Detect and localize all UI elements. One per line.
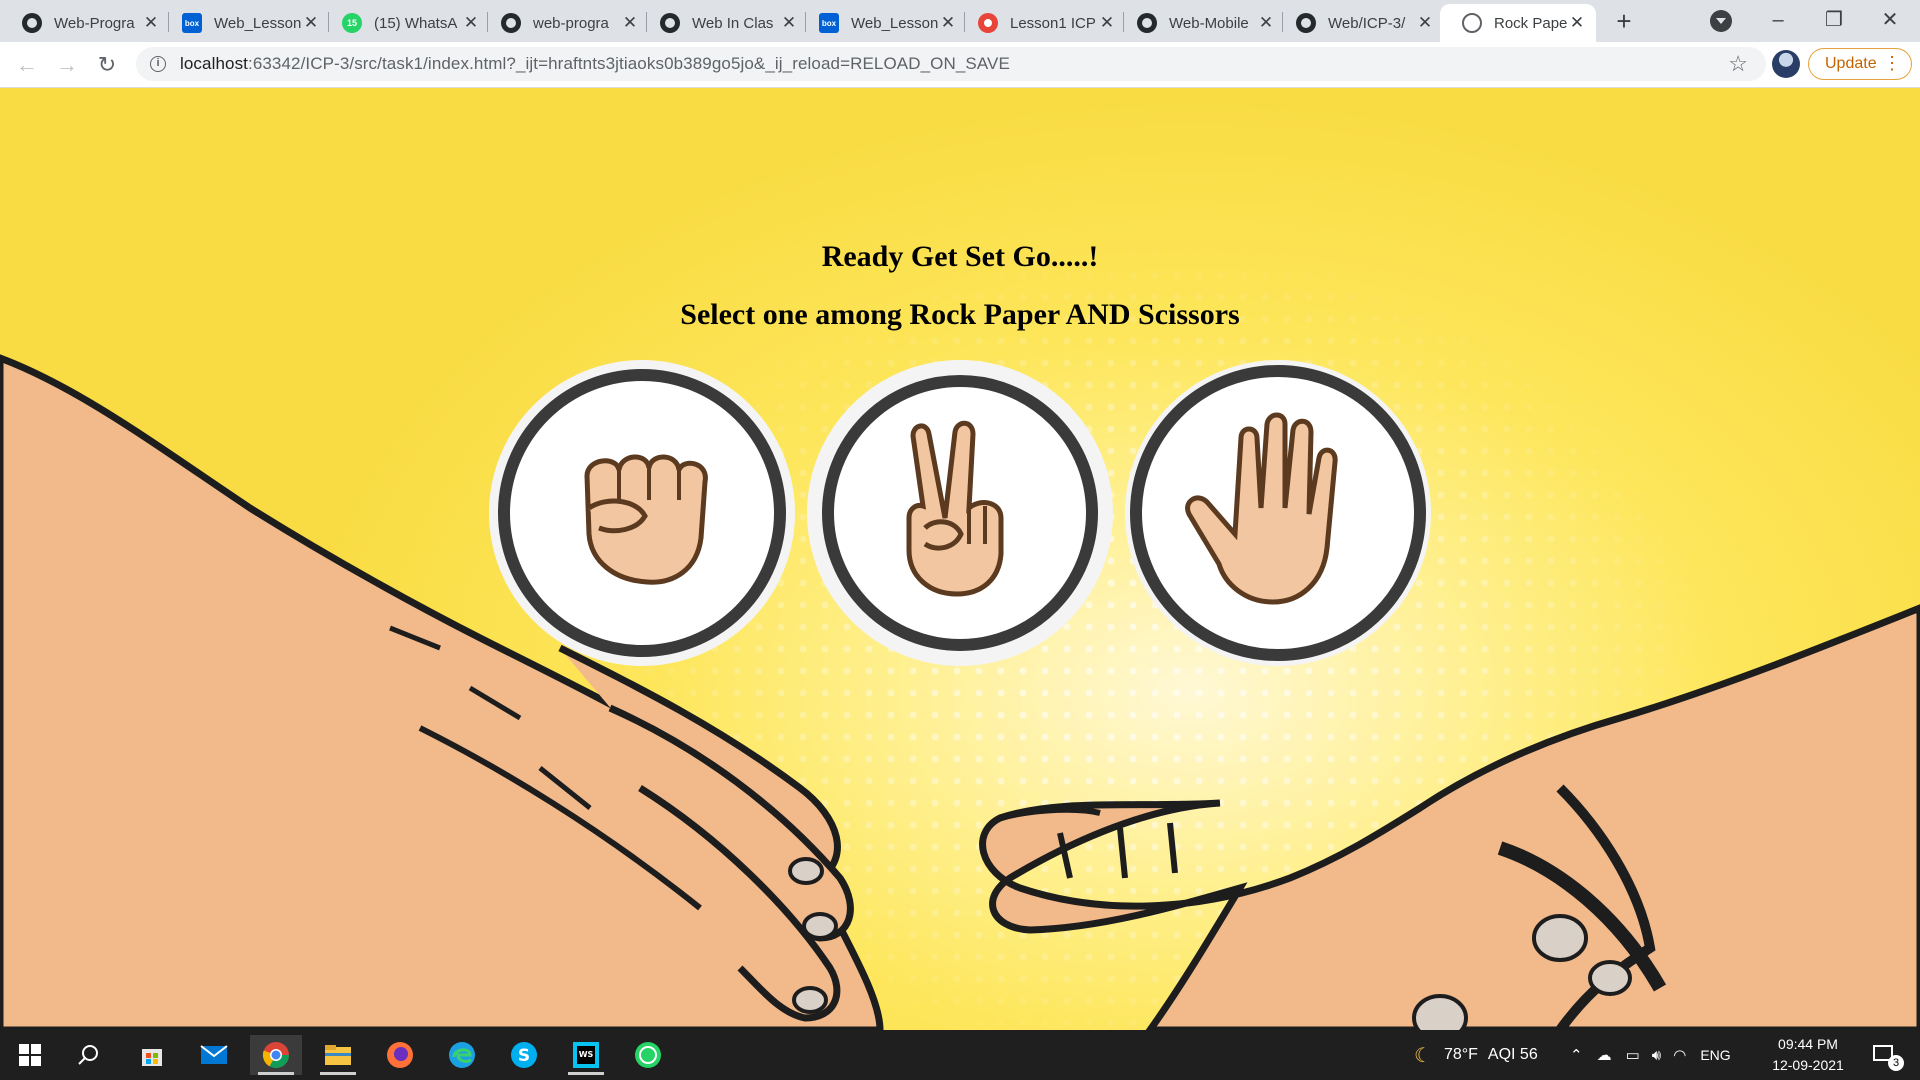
close-icon[interactable]: ✕ bbox=[621, 13, 639, 32]
address-bar[interactable]: i localhost:63342/ICP-3/src/task1/index.… bbox=[136, 47, 1766, 81]
tab-label: Web_Lesson bbox=[214, 14, 302, 32]
close-icon[interactable]: ✕ bbox=[1257, 13, 1275, 32]
close-icon[interactable]: ✕ bbox=[142, 13, 160, 32]
close-icon[interactable]: ✕ bbox=[302, 13, 320, 32]
close-icon[interactable]: ✕ bbox=[780, 13, 798, 32]
close-icon[interactable]: ✕ bbox=[1568, 13, 1586, 32]
moon-icon: ☾ bbox=[1414, 1044, 1432, 1067]
tab-label: web-progra bbox=[533, 14, 609, 32]
box-icon: box bbox=[182, 13, 202, 33]
lesson-icon bbox=[978, 13, 998, 33]
reload-icon[interactable]: ↻ bbox=[92, 50, 122, 80]
rock-hand-icon bbox=[489, 360, 795, 666]
weather-temp: 78°F bbox=[1443, 1046, 1478, 1063]
restore-icon[interactable]: ❐ bbox=[1806, 0, 1862, 40]
notification-center-icon[interactable]: 3 bbox=[1858, 1035, 1910, 1075]
tab-web-lesson-1[interactable]: box Web_Lesson ✕ bbox=[160, 4, 330, 42]
profile-avatar[interactable] bbox=[1772, 50, 1800, 78]
whatsapp-icon: 15 bbox=[342, 13, 362, 33]
tab-web-progra-1[interactable]: Web-Progra ✕ bbox=[0, 4, 170, 42]
tab-label: Web-Progra bbox=[54, 14, 135, 32]
wifi-icon[interactable]: ◠ bbox=[1673, 1046, 1686, 1064]
tab-rock-paper[interactable]: Rock Paper ✕ bbox=[1440, 4, 1596, 42]
tab-web-mobile[interactable]: Web-Mobile ✕ bbox=[1115, 4, 1285, 42]
update-label: Update bbox=[1825, 55, 1877, 72]
url-text[interactable]: localhost:63342/ICP-3/src/task1/index.ht… bbox=[180, 54, 1010, 74]
language-indicator[interactable]: ENG bbox=[1700, 1047, 1730, 1063]
chrome-icon[interactable] bbox=[250, 1035, 302, 1075]
globe-icon bbox=[1462, 13, 1482, 33]
webstorm-icon[interactable]: WS bbox=[560, 1035, 612, 1075]
browser-toolbar: ← → ↻ i localhost:63342/ICP-3/src/task1/… bbox=[0, 42, 1920, 88]
tab-label: Web In Clas bbox=[692, 14, 774, 32]
paper-hand-icon bbox=[1125, 360, 1431, 666]
menu-dots-icon[interactable]: ⋮ bbox=[1883, 53, 1901, 73]
skype-icon[interactable]: S bbox=[498, 1035, 550, 1075]
bookmark-star-icon[interactable]: ☆ bbox=[1728, 51, 1748, 77]
close-icon[interactable]: ✕ bbox=[1098, 13, 1116, 32]
tab-whatsapp[interactable]: 15 (15) WhatsA ✕ bbox=[320, 4, 490, 42]
github-icon bbox=[22, 13, 42, 33]
firefox-icon[interactable] bbox=[374, 1035, 426, 1075]
rock-button[interactable] bbox=[487, 358, 797, 668]
notification-badge: 3 bbox=[1888, 1055, 1904, 1071]
tab-web-icp3[interactable]: Web/ICP-3/ ✕ bbox=[1274, 4, 1444, 42]
mail-icon[interactable] bbox=[188, 1035, 240, 1075]
tab-label: (15) WhatsA bbox=[374, 14, 458, 32]
github-icon bbox=[501, 13, 521, 33]
tab-label: Rock Paper bbox=[1494, 14, 1568, 32]
chevron-up-icon[interactable]: ⌃ bbox=[1570, 1046, 1583, 1064]
tab-strip: Web-Progra ✕ box Web_Lesson ✕ 15 (15) Wh… bbox=[0, 0, 1920, 42]
scissors-hand-icon bbox=[807, 360, 1113, 666]
tab-search-icon[interactable] bbox=[1710, 10, 1732, 32]
onedrive-icon[interactable]: ☁ bbox=[1597, 1046, 1612, 1064]
weather-widget[interactable]: ☾ 78°F AQI 56 bbox=[1414, 1030, 1538, 1080]
tab-label: Web_Lesson bbox=[851, 14, 939, 32]
github-icon bbox=[660, 13, 680, 33]
close-icon[interactable]: ✕ bbox=[462, 13, 480, 32]
tab-web-lesson-2[interactable]: box Web_Lesson ✕ bbox=[797, 4, 967, 42]
select-heading: Select one among Rock Paper AND Scissors bbox=[680, 298, 1240, 331]
github-icon bbox=[1137, 13, 1157, 33]
edge-icon[interactable] bbox=[436, 1035, 488, 1075]
close-icon[interactable]: ✕ bbox=[1416, 13, 1434, 32]
paper-button[interactable] bbox=[1123, 358, 1433, 668]
whatsapp-taskbar-icon[interactable] bbox=[622, 1035, 674, 1075]
ready-heading: Ready Get Set Go.....! bbox=[821, 240, 1099, 273]
search-icon[interactable] bbox=[62, 1035, 114, 1075]
windows-taskbar: S WS ☾ 78°F AQI 56 ⌃ ☁ ▭ 🔊︎ ◠ ENG 09:44 … bbox=[0, 1030, 1920, 1080]
svg-text:WS: WS bbox=[579, 1050, 594, 1059]
info-icon[interactable]: i bbox=[150, 56, 166, 72]
battery-icon[interactable]: ▭ bbox=[1626, 1046, 1640, 1064]
tab-web-progra-2[interactable]: web-progra ✕ bbox=[479, 4, 649, 42]
clock-date: 12-09-2021 bbox=[1772, 1057, 1844, 1073]
close-icon[interactable]: ✕ bbox=[939, 13, 957, 32]
clock-time: 09:44 PM bbox=[1778, 1036, 1838, 1052]
tab-lesson1-icp[interactable]: Lesson1 ICP ✕ bbox=[956, 4, 1126, 42]
window-close-icon[interactable]: ✕ bbox=[1862, 0, 1918, 40]
svg-text:S: S bbox=[518, 1046, 530, 1066]
update-button[interactable]: Update ⋮ bbox=[1808, 48, 1912, 80]
volume-icon[interactable]: 🔊︎ bbox=[1652, 1047, 1661, 1064]
scissors-button[interactable] bbox=[805, 358, 1115, 668]
tab-label: Web/ICP-3/ bbox=[1328, 14, 1406, 32]
tab-label: Web-Mobile bbox=[1169, 14, 1249, 32]
page-content: Ready Get Set Go.....! Select one among … bbox=[0, 88, 1920, 1030]
new-tab-button[interactable]: + bbox=[1610, 8, 1638, 36]
clock[interactable]: 09:44 PM 12-09-2021 bbox=[1768, 1034, 1848, 1076]
forward-icon[interactable]: → bbox=[52, 50, 82, 80]
tab-label: Lesson1 ICP bbox=[1010, 14, 1096, 32]
system-tray: ⌃ ☁ ▭ 🔊︎ ◠ ENG bbox=[1570, 1030, 1731, 1080]
file-explorer-icon[interactable] bbox=[312, 1035, 364, 1075]
github-icon bbox=[1296, 13, 1316, 33]
box-icon: box bbox=[819, 13, 839, 33]
back-icon[interactable]: ← bbox=[12, 50, 42, 80]
minimize-icon[interactable]: – bbox=[1750, 0, 1806, 40]
store-icon[interactable] bbox=[126, 1035, 178, 1075]
windows-start-icon[interactable] bbox=[4, 1035, 56, 1075]
weather-aqi: AQI 56 bbox=[1487, 1046, 1538, 1063]
tab-web-in-class[interactable]: Web In Clas ✕ bbox=[638, 4, 808, 42]
